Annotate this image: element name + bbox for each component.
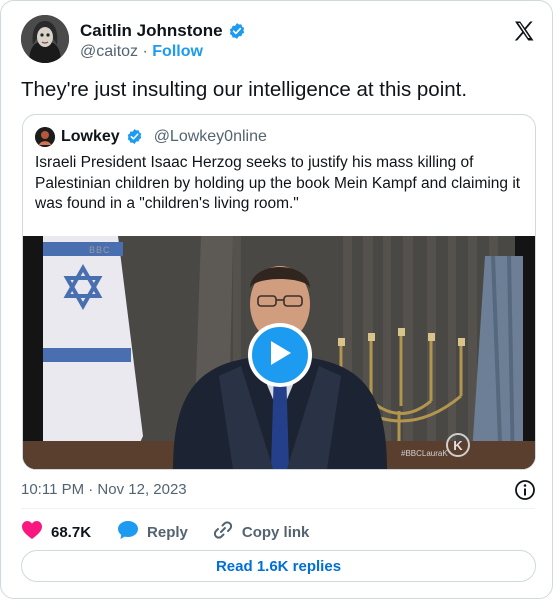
tweet-timestamp[interactable]: 10:11 PM · Nov 12, 2023 <box>21 481 187 498</box>
link-icon <box>212 519 234 545</box>
quoted-tweet[interactable]: Lowkey @Lowkey0nline Israeli President I… <box>22 114 536 470</box>
reply-label: Reply <box>147 523 188 541</box>
like-button[interactable]: 68.7K <box>21 520 91 544</box>
follow-button[interactable]: Follow <box>152 43 203 60</box>
quoted-tweet-text: Israeli President Isaac Herzog seeks to … <box>35 154 521 212</box>
author-avatar[interactable] <box>21 15 69 63</box>
program-logo: K <box>446 433 470 457</box>
speech-bubble-icon <box>117 520 139 544</box>
reply-button[interactable]: Reply <box>117 520 188 544</box>
quoted-tweet-header: Lowkey @Lowkey0nline <box>35 127 267 147</box>
play-button[interactable] <box>248 323 312 387</box>
author-name-text[interactable]: Caitlin Johnstone <box>80 21 223 41</box>
author-handle[interactable]: @caitoz <box>80 43 138 60</box>
read-replies-button[interactable]: Read 1.6K replies <box>21 550 536 582</box>
verified-badge-icon <box>126 128 144 146</box>
copy-link-button[interactable]: Copy link <box>212 519 310 545</box>
like-count: 68.7K <box>51 523 92 541</box>
quoted-author-handle[interactable]: @Lowkey0nline <box>154 128 267 146</box>
tweet-text: They're just insulting our intelligence … <box>21 78 468 101</box>
author-name[interactable]: Caitlin Johnstone <box>80 21 246 41</box>
video-hashtag: #BBCLauraK <box>401 449 448 458</box>
quoted-author-avatar[interactable] <box>35 127 55 147</box>
video-player[interactable]: BBC #BBCLauraK K <box>23 236 535 469</box>
play-icon <box>267 339 293 372</box>
divider <box>21 508 535 509</box>
action-bar: 68.7K Reply Copy link <box>21 519 309 545</box>
broadcaster-mark: BBC <box>89 245 111 255</box>
handle-separator: · <box>142 43 148 60</box>
author-handle-line: @caitoz · Follow <box>80 43 203 61</box>
tweet-card: Caitlin Johnstone @caitoz · Follow They'… <box>0 0 553 599</box>
quoted-author-name[interactable]: Lowkey <box>61 128 120 146</box>
x-logo-icon[interactable] <box>512 19 536 43</box>
heart-icon <box>21 520 43 544</box>
copy-link-label: Copy link <box>241 523 310 541</box>
verified-badge-icon <box>228 22 246 40</box>
info-icon[interactable] <box>514 479 536 501</box>
